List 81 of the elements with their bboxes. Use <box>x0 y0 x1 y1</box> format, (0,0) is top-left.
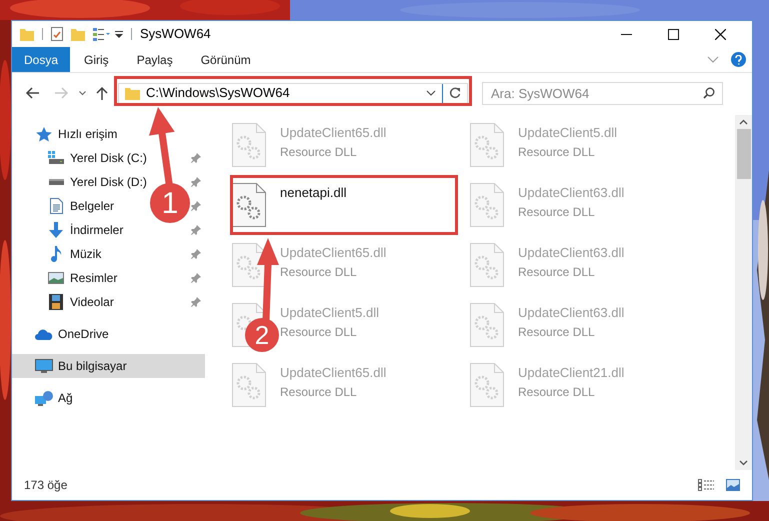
file-name: UpdateClient63.dll <box>518 304 624 322</box>
help-icon[interactable] <box>731 52 746 67</box>
file-name: UpdateClient5.dll <box>280 304 380 322</box>
file-type: Resource DLL <box>280 144 358 160</box>
monitor-icon <box>35 358 53 374</box>
file-type: Resource DLL <box>518 204 596 220</box>
cloud-icon <box>35 328 53 340</box>
address-path: C:\Windows\SysWOW64 <box>146 84 290 102</box>
chevron-down-icon[interactable] <box>426 90 436 96</box>
file-type: Resource DLL <box>518 144 596 160</box>
network-icon <box>35 390 53 406</box>
sidebar-item[interactable]: Hızlı erişim <box>12 122 205 146</box>
pin-icon[interactable] <box>191 249 201 259</box>
large-icons-view-icon[interactable] <box>726 479 740 491</box>
file-name: UpdateClient65.dll <box>280 364 386 382</box>
file-name: nenetapi.dll <box>280 184 346 202</box>
document-icon <box>50 198 62 214</box>
scroll-thumb[interactable] <box>736 129 750 179</box>
window-title: SysWOW64 <box>140 25 211 44</box>
scroll-down-icon[interactable] <box>739 460 748 466</box>
dll-file-icon[interactable] <box>232 183 266 227</box>
file-name: UpdateClient5.dll <box>518 124 618 142</box>
file-name: UpdateClient63.dll <box>518 244 624 262</box>
pin-icon[interactable] <box>191 153 201 163</box>
file-type: Resource DLL <box>280 384 358 400</box>
drive-icon <box>48 151 64 165</box>
pin-icon[interactable] <box>191 201 201 211</box>
file-type: Resource DLL <box>518 324 596 340</box>
file-type: Resource DLL <box>518 264 596 280</box>
sidebar-item[interactable]: Belgeler <box>70 197 114 215</box>
file-name: UpdateClient21.dll <box>518 364 624 382</box>
search-field[interactable]: Ara: SysWOW64 <box>482 82 723 104</box>
picture-icon <box>48 272 64 284</box>
drive-icon <box>48 178 64 186</box>
down-arrow-icon <box>48 222 64 238</box>
pin-icon[interactable] <box>191 297 201 307</box>
music-note-icon <box>50 246 62 262</box>
file-name: UpdateClient63.dll <box>518 184 624 202</box>
sidebar-item[interactable]: Yerel Disk (D:) <box>70 173 147 191</box>
dll-file-icon[interactable] <box>232 243 266 287</box>
ribbon-tab[interactable]: Dosya <box>12 47 70 72</box>
forward-arrow-icon[interactable] <box>55 87 69 99</box>
recent-locations-caret-icon[interactable] <box>79 90 86 96</box>
view-options-icon[interactable] <box>93 27 111 41</box>
search-icon[interactable] <box>703 86 715 98</box>
item-count: 173 öğe <box>24 477 68 494</box>
close-icon[interactable] <box>715 28 726 40</box>
file-name: UpdateClient65.dll <box>280 244 386 262</box>
sidebar-item[interactable]: Bu bilgisayar <box>12 354 205 378</box>
file-type: Resource DLL <box>280 324 358 340</box>
file-type: Resource DLL <box>280 264 358 280</box>
address-bar[interactable]: C:\Windows\SysWOW64 <box>118 82 468 104</box>
star-icon <box>36 126 52 142</box>
folder-icon[interactable] <box>20 28 34 40</box>
ribbon-tab[interactable]: Giriş <box>70 47 123 72</box>
new-folder-icon[interactable] <box>71 27 85 41</box>
refresh-icon[interactable] <box>449 87 461 99</box>
details-view-icon[interactable] <box>698 479 714 491</box>
scrollbar[interactable] <box>735 115 752 470</box>
sidebar-item[interactable]: Videolar <box>70 293 114 311</box>
folder-icon <box>125 86 140 100</box>
ribbon-tab[interactable]: Görünüm <box>186 47 265 72</box>
properties-icon[interactable] <box>51 27 63 41</box>
file-type: Resource DLL <box>518 384 596 400</box>
sidebar-item[interactable]: Müzik <box>70 245 102 263</box>
sidebar-item[interactable]: OneDrive <box>12 322 205 346</box>
file-name: UpdateClient65.dll <box>280 124 386 142</box>
sidebar-item[interactable]: İndirmeler <box>70 221 124 239</box>
ribbon-tab[interactable]: Paylaş <box>122 47 187 72</box>
pin-icon[interactable] <box>191 273 201 283</box>
scroll-up-icon[interactable] <box>739 119 748 125</box>
back-arrow-icon[interactable] <box>25 87 39 99</box>
sidebar-item[interactable]: Yerel Disk (C:) <box>70 149 147 167</box>
customize-toolbar-icon[interactable] <box>115 30 123 38</box>
maximize-icon[interactable] <box>668 28 679 40</box>
sidebar-item[interactable]: Resimler <box>70 269 118 287</box>
pin-icon[interactable] <box>191 225 201 235</box>
film-icon <box>49 294 63 310</box>
sidebar-item[interactable]: Ağ <box>12 386 205 410</box>
up-arrow-icon[interactable] <box>96 86 108 100</box>
pin-icon[interactable] <box>191 177 201 187</box>
